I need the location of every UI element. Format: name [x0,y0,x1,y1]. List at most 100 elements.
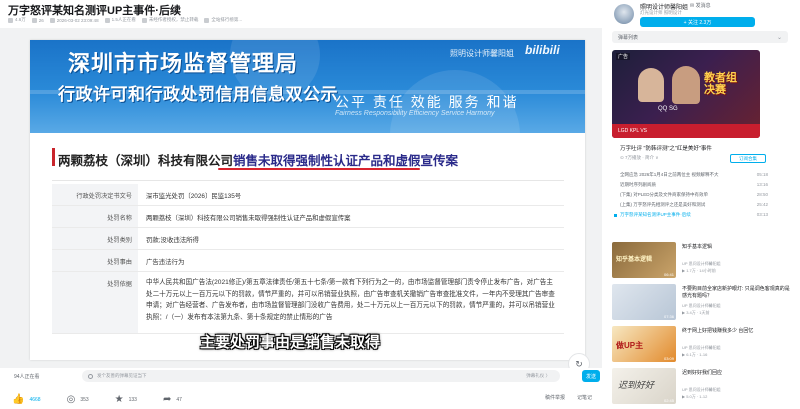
row-value: 中华人民共和国广告法(2021修正)/第五章法律责任/第五十七条/第一款有下列行… [146,279,555,321]
uploader-description: 灯光设计师 照明设计 [640,10,682,15]
video-page: 万字怒评某知名测评UP主事件·后续 4.6万 26 2026-03-02 23:… [0,0,800,409]
heading-marker [52,148,55,166]
view-icon [8,17,13,23]
banner-subtitle: 行政许可和行政处罚信用信息双公示 [58,85,338,104]
follow-button[interactable]: + 关注 2.3万 [640,17,755,27]
list-item[interactable]: 近期时序列剧阅质 13:16 [612,182,772,192]
recommended-uploader[interactable]: UP 思问设计师馨阳姐 [682,345,721,351]
danmaku-rules-link[interactable]: 弹幕礼仪 〉 [526,373,550,379]
row-value: 深市监光处罚〔2026〕民监135号 [146,193,242,200]
recommended-uploader[interactable]: UP 思问设计师馨阳姐 [682,261,721,267]
viewer-count: 94人正在看 [14,373,40,380]
ad-figure [638,68,664,102]
recommended-uploader[interactable]: UP 思问设计师馨阳姐 [682,303,721,309]
video-thumbnail[interactable]: 07:36 [612,284,676,320]
rank-note[interactable]: 全站排行榜第... [204,17,242,23]
bilibili-logo: bilibili [525,43,560,57]
table-row: 处罚名称 两颗荔枝（深圳）科技有限公司销售未取得强制性认证产品和虚假宣传案 [52,206,564,228]
send-danmaku-button[interactable]: 发送 [582,370,600,382]
recommended-stats: ▶ 3.4万 · 1天前 [682,310,710,315]
sidebar: 照明设计师馨阳姐 ✉ 发消息 灯光设计师 照明设计 + 关注 2.3万 弹幕列表… [612,0,800,409]
recommended-stats: ▶ 6.1万 · 1-16 [682,352,708,357]
report-link[interactable]: 稿件举报 [545,394,565,401]
row-label: 处罚依据 [52,272,138,333]
red-underline-annotation [218,168,420,170]
coin-button[interactable]: ◎ 353 [67,394,89,405]
ad-teams: QQ SG [658,106,678,112]
share-button[interactable]: ➦ 47 [163,394,182,405]
like-icon: 👍 [12,394,25,405]
video-player[interactable]: 深圳市市场监督管理局 行政许可和行政处罚信用信息双公示 公平 责任 效能 服务 … [0,28,602,368]
ad-figure [672,66,700,104]
row-label: 处罚事由 [52,250,138,271]
banner-title: 深圳市市场监督管理局 [68,51,299,76]
row-value: 罚款;没收违法所得 [146,237,199,244]
penalty-table: 行政处罚决定书文号 深市监光处罚〔2026〕民监135号 处罚名称 两颗荔枝（深… [52,184,564,334]
person-icon [104,17,110,23]
video-thumbnail[interactable]: 06:41 [612,242,676,278]
uploader-watermark: 照明设计师馨阳姐 [450,49,514,58]
table-row: 行政处罚决定书文号 深市监光处罚〔2026〕民监135号 [52,184,564,206]
uploader-avatar[interactable] [614,4,634,24]
ad-headline: 教者组 决赛 [704,72,737,96]
recommended-title[interactable]: 知乎基本逻辑 [682,244,792,251]
chevron-down-icon: ⌄ [776,34,782,41]
replay-icon[interactable]: ↻ [568,353,590,368]
danmaku-bar: 94人正在看 发个友善的弹幕见证当下 弹幕礼仪 〉 发送 [0,368,602,384]
list-item[interactable]: (上集) 万字怒评先相测评之还是美好和测试 25:42 [612,202,772,212]
frame-banner: 深圳市市场监督管理局 行政许可和行政处罚信用信息双公示 公平 责任 效能 服务 … [30,40,585,133]
video-thumbnail[interactable]: 02:45 [612,368,676,404]
watching-count: 1.5人正在看 [104,17,136,23]
message-button[interactable]: ✉ 发消息 [690,2,711,9]
row-value: 两颗荔枝（深圳）科技有限公司销售未取得强制性认证产品和虚假宣传案 [146,215,351,222]
subscribe-collection-button[interactable]: 订阅合集 [730,154,766,163]
table-row: 处罚类别 罚款;没收违法所得 [52,228,564,250]
ad-footer: LGD KPL VS [612,124,760,138]
no-icon [141,17,147,23]
danmaku-style-icon[interactable] [88,373,93,379]
video-subtitle: 主要处罚事由是销售未取得 [200,334,381,351]
danmaku-icon [31,17,37,23]
favorite-button[interactable]: ★ 133 [115,394,137,405]
recommended-stats: ▶ 5.0万 · 1-12 [682,394,708,399]
recommended-title[interactable]: 不要购目前全家店新护眼灯: 只是调色客观真的是感光有题吗？ [682,286,792,300]
danmaku-count: 26 [31,17,44,23]
list-item-active[interactable]: 万字怒评某知名测评UP主事件·后续 03:13 [612,212,772,222]
row-value: 广告违法行为 [146,259,185,266]
banner-motto-english: Fairness Responsibility Efficiency Servi… [335,110,495,117]
video-frame: 深圳市市场监督管理局 行政许可和行政处罚信用信息双公示 公平 责任 效能 服务 … [30,40,585,360]
list-item[interactable]: 全网应急 2026年1月4日之前两位主 视频解释不大 05:18 [612,172,772,182]
case-heading: 两颗荔枝（深圳）科技有限公司销售未取得强制性认证产品和虚假宣传案 [58,154,459,168]
case-heading-highlight: 销售未取得强制性认证产品和虚假宣传案 [233,154,459,168]
recommended-stats: ▶ 1.7万 · 14小时前 [682,268,716,273]
like-button[interactable]: 👍 4668 [12,394,41,405]
recommendation-list: 06:41 知乎基本逻辑 UP 思问设计师馨阳姐 ▶ 1.7万 · 14小时前 … [612,240,800,408]
recommended-video[interactable]: 03:09 终于网上好把钱赚我多少 台回忆 UP 思问设计师馨阳姐 ▶ 6.1万… [612,324,800,366]
publish-time: 2026-03-02 23:09:48 [49,17,99,23]
collection-title[interactable]: 万字吐评 "防韩评测"之"红是美好"事件 [620,144,712,152]
danmaku-input[interactable]: 发个友善的弹幕见证当下 弹幕礼仪 〉 [82,370,560,382]
row-label: 行政处罚决定书文号 [52,184,138,205]
copyright-note: 未经作者授权，禁止转载 [141,17,198,23]
table-row: 处罚依据 中华人民共和国广告法(2021修正)/第五章法律责任/第五十七条/第一… [52,272,564,334]
list-item[interactable]: (下集) 对PLED分类及文件商家保持中有效单 28:50 [612,192,772,202]
ad-tag: 广告 [616,53,631,60]
video-thumbnail[interactable]: 03:09 [612,326,676,362]
recommended-video[interactable]: 02:45 迟到好好我们回应 UP 思问设计师馨阳姐 ▶ 5.0万 · 1-12 [612,366,800,408]
danmaku-list-toggle[interactable]: 弹幕列表 ⌄ [612,31,788,43]
action-right: 稿件举报 记笔记 [545,394,592,401]
ad-banner[interactable]: 广告 教者组 决赛 QQ SG LGD KPL VS [612,50,760,138]
banner-motto: 公平 责任 效能 服务 和谐 [335,94,519,110]
episode-list: 全网应急 2026年1月4日之前两位主 视频解释不大 05:18 近期时序列剧阅质… [612,172,772,222]
video-meta-row: 4.6万 26 2026-03-02 23:09:48 1.5人正在看 未经作者… [8,15,242,25]
recommended-title[interactable]: 迟到好好我们回应 [682,370,792,377]
view-count: 4.6万 [8,17,26,23]
rank-icon [204,17,210,23]
collection-meta: ⊙ 7万播放 · 简介 ∨ [620,155,659,160]
recommended-video[interactable]: 07:36 不要购目前全家店新护眼灯: 只是调色客观真的是感光有题吗？ UP 思… [612,282,800,324]
recommended-video[interactable]: 06:41 知乎基本逻辑 UP 思问设计师馨阳姐 ▶ 1.7万 · 14小时前 [612,240,800,282]
notes-link[interactable]: 记笔记 [577,394,592,401]
recommended-title[interactable]: 终于网上好把钱赚我多少 台回忆 [682,328,792,335]
share-icon: ➦ [162,394,172,405]
recommended-uploader[interactable]: UP 思问设计师馨阳姐 [682,387,721,393]
